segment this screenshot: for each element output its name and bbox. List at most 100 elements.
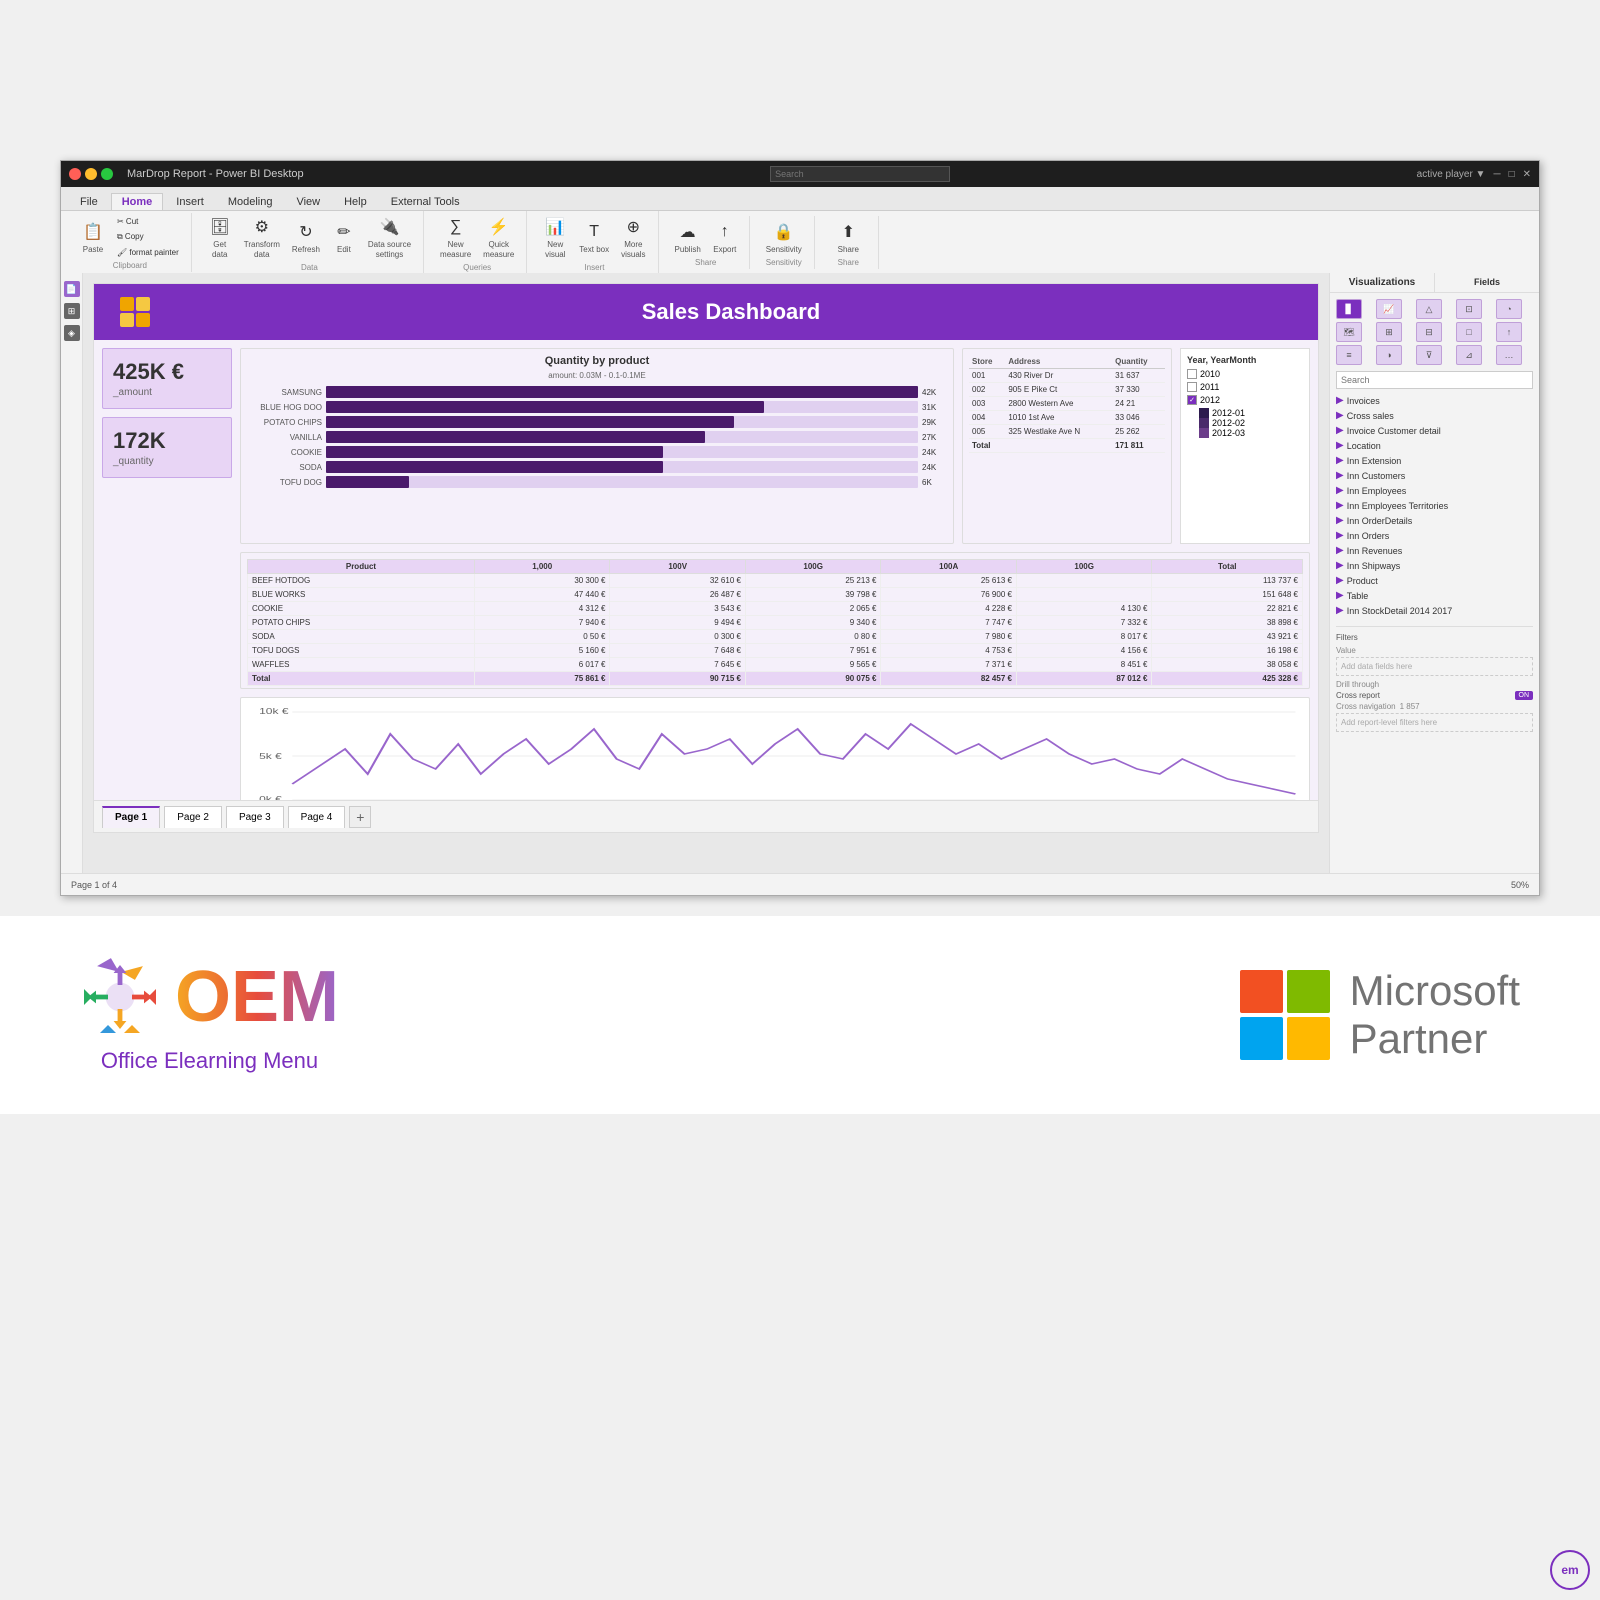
filter-2012[interactable]: ✓ 2012 bbox=[1187, 395, 1303, 405]
cell-total: 16 198 € bbox=[1152, 643, 1303, 657]
on-badge[interactable]: ON bbox=[1515, 691, 1534, 700]
search-input[interactable] bbox=[770, 166, 950, 182]
window-title: MarDrop Report - Power BI Desktop bbox=[127, 168, 304, 180]
cell-store: 003 bbox=[969, 397, 1005, 411]
share2-button[interactable]: ⬆ Share bbox=[832, 218, 864, 256]
new-measure-button[interactable]: ∑ New measure bbox=[436, 213, 475, 261]
new-visual-button[interactable]: 📊 New visual bbox=[539, 213, 571, 261]
viz-pie[interactable]: ◔ bbox=[1496, 299, 1522, 319]
field-item-orders[interactable]: ▶ Inn Orders bbox=[1336, 528, 1533, 543]
tab-insert[interactable]: Insert bbox=[165, 193, 215, 210]
viz-waterfall[interactable]: ⊿ bbox=[1456, 345, 1482, 365]
tab-view[interactable]: View bbox=[285, 193, 331, 210]
tab-help[interactable]: Help bbox=[333, 193, 378, 210]
export-button[interactable]: ↑ Export bbox=[709, 218, 741, 256]
viz-more[interactable]: … bbox=[1496, 345, 1522, 365]
field-item-invoice-customer[interactable]: ▶ Invoice Customer detail bbox=[1336, 423, 1533, 438]
page-tab-1[interactable]: Page 1 bbox=[102, 806, 160, 828]
close-button[interactable] bbox=[69, 168, 81, 180]
add-data-field[interactable]: Add data fields here bbox=[1336, 657, 1533, 676]
sensitivity-button[interactable]: 🔒 Sensitivity bbox=[762, 218, 806, 256]
field-item-revenues[interactable]: ▶ Inn Revenues bbox=[1336, 543, 1533, 558]
viz-matrix[interactable]: ⊟ bbox=[1416, 322, 1442, 342]
window-close-icon[interactable]: ✕ bbox=[1523, 169, 1531, 180]
field-label: Location bbox=[1347, 441, 1381, 451]
tab-file[interactable]: File bbox=[69, 193, 109, 210]
viz-funnel[interactable]: ⊽ bbox=[1416, 345, 1442, 365]
more-visuals-button[interactable]: ⊕ More visuals bbox=[617, 213, 649, 261]
ms-partner-text: Microsoft Partner bbox=[1350, 967, 1520, 1063]
viz-gauge[interactable]: ◑ bbox=[1376, 345, 1402, 365]
viz-bar-chart[interactable]: ▊ bbox=[1336, 299, 1362, 319]
quick-measure-button[interactable]: ⚡ Quick measure bbox=[479, 213, 518, 261]
page-tab-3[interactable]: Page 3 bbox=[226, 806, 284, 828]
field-item-invoices[interactable]: ▶ Invoices bbox=[1336, 393, 1533, 408]
field-item-product[interactable]: ▶ Product bbox=[1336, 573, 1533, 588]
report-level-filter[interactable]: Add report-level filters here bbox=[1336, 713, 1533, 732]
publish-button[interactable]: ☁ Publish bbox=[671, 218, 705, 256]
field-item-location[interactable]: ▶ Location bbox=[1336, 438, 1533, 453]
checkbox-2011[interactable] bbox=[1187, 382, 1197, 392]
minimize-button[interactable] bbox=[85, 168, 97, 180]
viz-table[interactable]: ⊞ bbox=[1376, 322, 1402, 342]
model-view-icon[interactable]: ◈ bbox=[64, 325, 80, 341]
report-view-icon[interactable]: 📄 bbox=[64, 281, 80, 297]
bar-fill-soda bbox=[326, 461, 663, 473]
cross-nav-row: Cross navigation 1 857 bbox=[1336, 702, 1533, 711]
field-item-cross-sales[interactable]: ▶ Cross sales bbox=[1336, 408, 1533, 423]
copy-button[interactable]: ⧉ Copy bbox=[113, 230, 183, 244]
field-expand-icon: ▶ bbox=[1336, 455, 1344, 466]
field-item-stock[interactable]: ▶ Inn StockDetail 2014 2017 bbox=[1336, 603, 1533, 618]
viz-card[interactable]: □ bbox=[1456, 322, 1482, 342]
field-item-employees[interactable]: ▶ Inn Employees bbox=[1336, 483, 1533, 498]
paste-button[interactable]: 📋 Paste bbox=[77, 218, 109, 256]
cell-v4: 4 753 € bbox=[881, 643, 1017, 657]
add-page-button[interactable]: + bbox=[349, 806, 371, 828]
field-item-customers[interactable]: ▶ Inn Customers bbox=[1336, 468, 1533, 483]
window-minimize-icon[interactable]: ─ bbox=[1493, 169, 1500, 180]
fields-search-input[interactable] bbox=[1336, 371, 1533, 389]
cell-v2: 26 487 € bbox=[610, 587, 746, 601]
refresh-button[interactable]: ↻ Refresh bbox=[288, 218, 324, 256]
format-painter-button[interactable]: 🖌 format painter bbox=[113, 246, 183, 259]
tab-modeling[interactable]: Modeling bbox=[217, 193, 284, 210]
viz-area-chart[interactable]: △ bbox=[1416, 299, 1442, 319]
tab-external-tools[interactable]: External Tools bbox=[380, 193, 471, 210]
field-item-orderdetails[interactable]: ▶ Inn OrderDetails bbox=[1336, 513, 1533, 528]
cut-button[interactable]: ✂ Cut bbox=[113, 215, 183, 228]
viz-map[interactable]: 🗺 bbox=[1336, 322, 1362, 342]
address-table: Store Address Quantity 001 430 R bbox=[969, 355, 1165, 453]
window-restore-icon[interactable]: □ bbox=[1509, 169, 1515, 180]
field-item-table[interactable]: ▶ Table bbox=[1336, 588, 1533, 603]
viz-kpi[interactable]: ↑ bbox=[1496, 322, 1522, 342]
filter-2012-02[interactable]: 2012-02 bbox=[1199, 418, 1303, 428]
viz-scatter[interactable]: ⊡ bbox=[1456, 299, 1482, 319]
tab-home[interactable]: Home bbox=[111, 193, 164, 210]
field-item-extension[interactable]: ▶ Inn Extension bbox=[1336, 453, 1533, 468]
checkbox-2010[interactable] bbox=[1187, 369, 1197, 379]
viz-line-chart[interactable]: 📈 bbox=[1376, 299, 1402, 319]
checkbox-2012[interactable]: ✓ bbox=[1187, 395, 1197, 405]
datasource-button[interactable]: 🔌 Data source settings bbox=[364, 213, 415, 261]
col-address: Address bbox=[1005, 355, 1112, 369]
ribbon-tabs: File Home Insert Modeling View Help Exte… bbox=[61, 187, 1539, 211]
data-view-icon[interactable]: ⊞ bbox=[64, 303, 80, 319]
bar-bg-tofu bbox=[326, 476, 918, 488]
viz-slicer[interactable]: ≡ bbox=[1336, 345, 1362, 365]
filter-2010[interactable]: 2010 bbox=[1187, 369, 1303, 379]
field-item-emp-territories[interactable]: ▶ Inn Employees Territories bbox=[1336, 498, 1533, 513]
ms-partner: Microsoft Partner bbox=[1240, 967, 1520, 1063]
get-data-button[interactable]: 🗄 Get data bbox=[204, 213, 236, 261]
cell-total: 38 898 € bbox=[1152, 615, 1303, 629]
page-tab-4[interactable]: Page 4 bbox=[288, 806, 346, 828]
maximize-button[interactable] bbox=[101, 168, 113, 180]
filter-2011[interactable]: 2011 bbox=[1187, 382, 1303, 392]
transform-data-button[interactable]: ⚙ Transform data bbox=[240, 213, 284, 261]
ribbon-group-clipboard: 📋 Paste ✂ Cut ⧉ Copy 🖌 format painter Cl… bbox=[69, 213, 192, 272]
field-item-shipways[interactable]: ▶ Inn Shipways bbox=[1336, 558, 1533, 573]
filter-2012-03[interactable]: 2012-03 bbox=[1199, 428, 1303, 438]
textbox-button[interactable]: T Text box bbox=[575, 218, 613, 256]
page-tab-2[interactable]: Page 2 bbox=[164, 806, 222, 828]
edit-queries-button[interactable]: ✏ Edit bbox=[328, 218, 360, 256]
filter-2012-01[interactable]: 2012-01 bbox=[1199, 408, 1303, 418]
